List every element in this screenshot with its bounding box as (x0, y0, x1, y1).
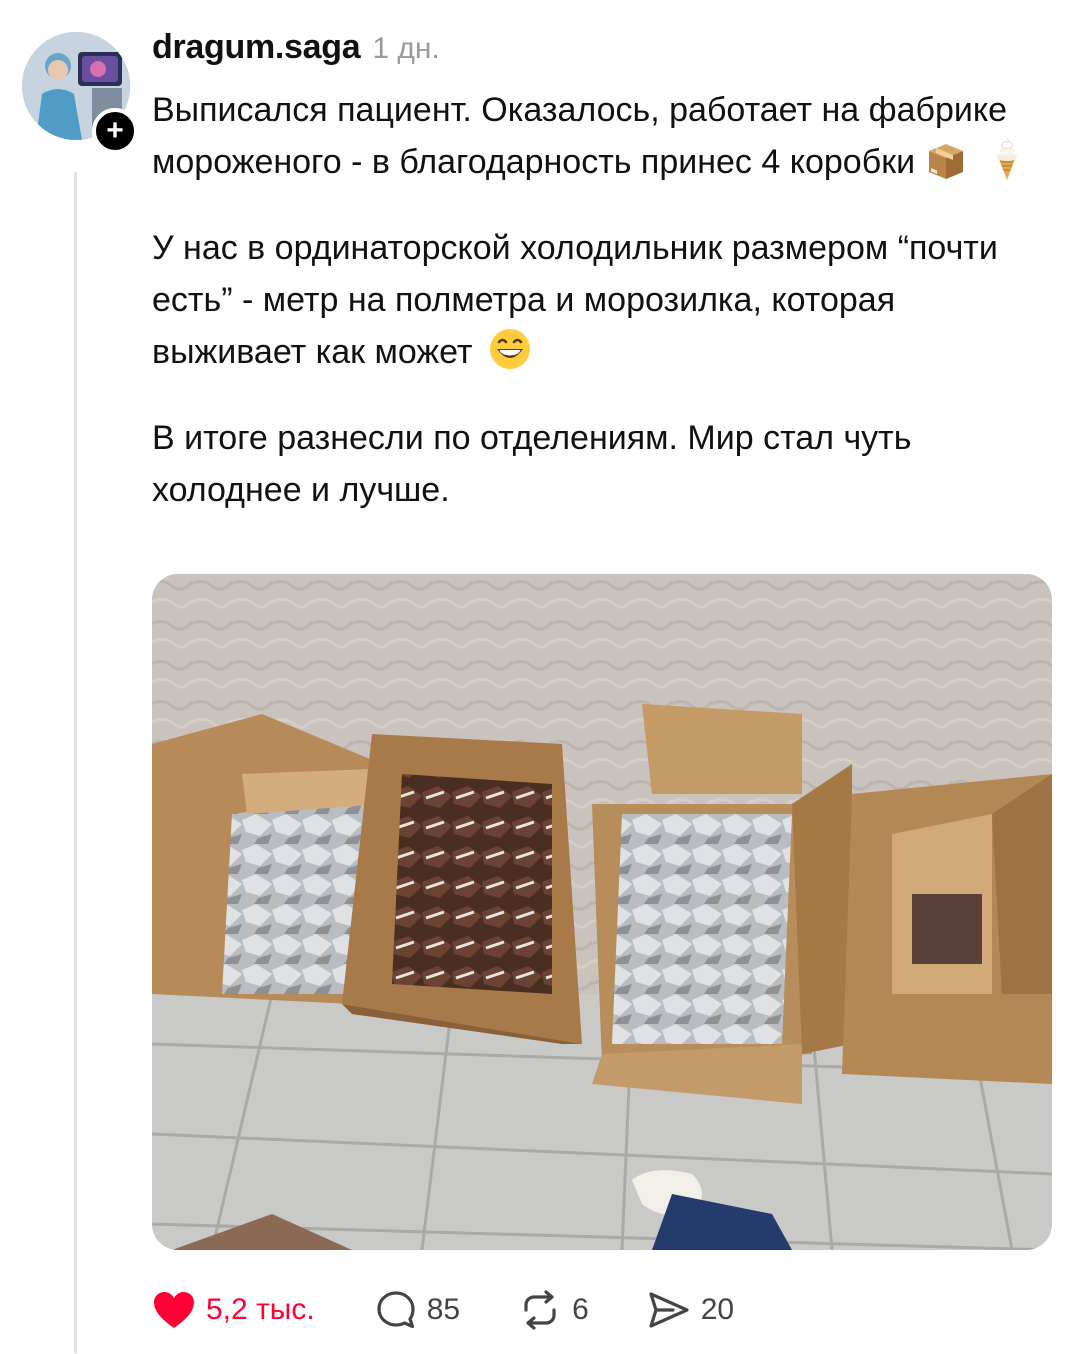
share-count: 20 (700, 1293, 735, 1326)
reply-button[interactable]: 85 (375, 1289, 460, 1331)
paragraph-3-text: В итоге разнесли по отделениям. Мир стал… (152, 419, 912, 509)
heart-icon (152, 1290, 196, 1330)
package-icon (925, 141, 967, 196)
thread-line (74, 172, 77, 1354)
post-time[interactable]: 1 дн. (372, 32, 439, 66)
post-header: dragum.saga 1 дн. (152, 28, 440, 72)
share-button[interactable]: 20 (647, 1290, 734, 1330)
repost-icon (518, 1290, 562, 1330)
post-actions: 5,2 тыс. 85 6 20 (152, 1282, 734, 1338)
grinning-face-icon (488, 327, 532, 386)
paragraph-1-text: Выписался пациент. Оказалось, работает н… (152, 91, 1008, 181)
soft-ice-cream-icon (990, 137, 1024, 196)
repost-button[interactable]: 6 (518, 1290, 589, 1330)
comment-bubble-icon (375, 1289, 417, 1331)
post-paragraph-1: Выписался пациент. Оказалось, работает н… (152, 84, 1052, 196)
like-count: 5,2 тыс. (206, 1293, 315, 1326)
send-icon (647, 1290, 691, 1330)
paragraph-2-text: У нас в ординаторской холодильник размер… (152, 229, 998, 371)
post-paragraph-3: В итоге разнесли по отделениям. Мир стал… (152, 412, 1052, 516)
username[interactable]: dragum.saga (152, 28, 361, 67)
follow-plus-button[interactable]: + (92, 108, 138, 154)
reply-count: 85 (426, 1293, 461, 1326)
repost-count: 6 (572, 1293, 589, 1326)
post-paragraph-2: У нас в ординаторской холодильник размер… (152, 222, 1052, 386)
post-photo[interactable] (152, 574, 1052, 1250)
post-text: Выписался пациент. Оказалось, работает н… (152, 84, 1052, 516)
like-button[interactable]: 5,2 тыс. (152, 1290, 315, 1330)
